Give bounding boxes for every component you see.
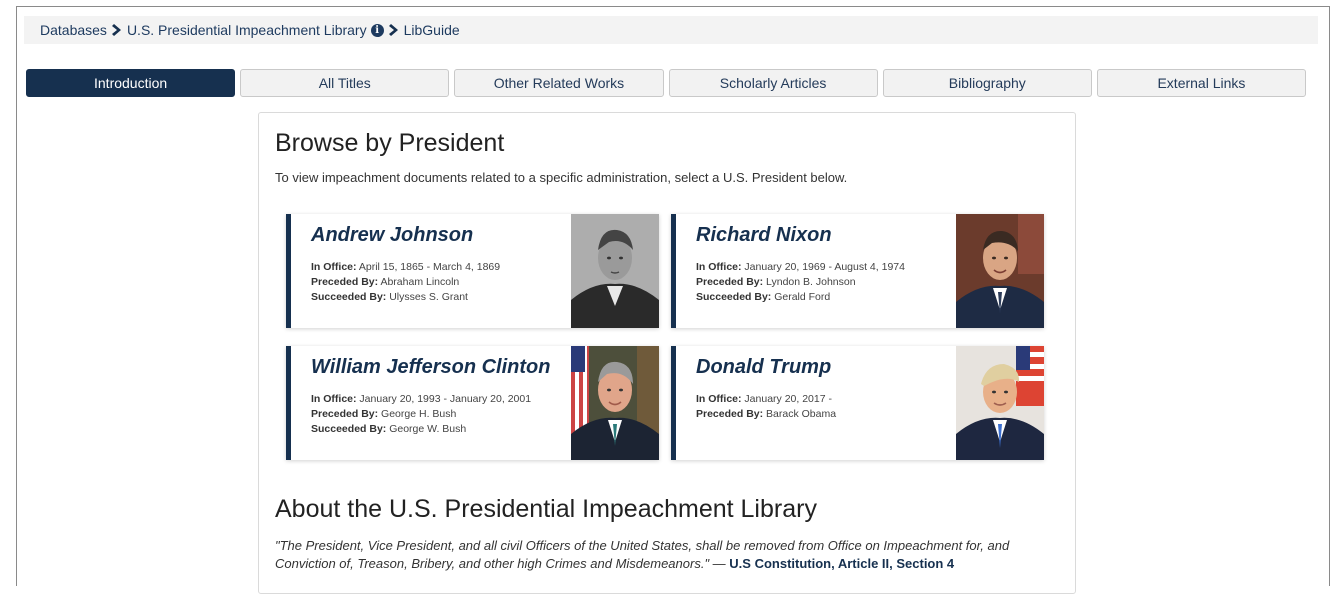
president-facts: In Office: January 20, 1993 - January 20…	[311, 393, 532, 435]
president-card-clinton[interactable]: William Jefferson Clinton In Office: Jan…	[286, 346, 659, 460]
tab-scholarly-articles[interactable]: Scholarly Articles	[668, 69, 878, 97]
tab-other-related-works[interactable]: Other Related Works	[454, 69, 664, 97]
president-name: Andrew Johnson	[311, 224, 474, 246]
quote-citation-link[interactable]: U.S Constitution, Article II, Section 4	[729, 556, 954, 571]
president-card-johnson[interactable]: Andrew Johnson In Office: April 15, 1865…	[286, 214, 659, 328]
tab-external-links[interactable]: External Links	[1096, 69, 1307, 97]
info-icon[interactable]: i	[370, 23, 384, 37]
tab-bibliography[interactable]: Bibliography	[882, 69, 1092, 97]
about-heading: About the U.S. Presidential Impeachment …	[275, 495, 817, 523]
president-portrait	[956, 346, 1044, 460]
president-name: Donald Trump	[696, 356, 832, 378]
president-portrait	[571, 214, 659, 328]
breadcrumb-databases[interactable]: Databases	[40, 22, 107, 38]
president-facts: In Office: January 20, 2017 - Preceded B…	[696, 393, 837, 420]
chevron-right-icon	[388, 24, 398, 36]
browse-subtitle: To view impeachment documents related to…	[275, 170, 848, 185]
browse-heading: Browse by President	[275, 129, 505, 157]
chevron-right-icon	[111, 24, 121, 36]
president-name: William Jefferson Clinton	[311, 356, 551, 378]
president-card-nixon[interactable]: Richard Nixon In Office: January 20, 196…	[671, 214, 1044, 328]
president-name: Richard Nixon	[696, 224, 832, 246]
content-panel: Browse by President To view impeachment …	[258, 112, 1076, 594]
tab-introduction[interactable]: Introduction	[26, 69, 236, 97]
president-portrait	[571, 346, 659, 460]
breadcrumb-impeachment-library[interactable]: U.S. Presidential Impeachment Library	[127, 22, 367, 38]
president-card-trump[interactable]: Donald Trump In Office: January 20, 2017…	[671, 346, 1044, 460]
tab-bar: Introduction All Titles Other Related Wo…	[26, 69, 1307, 97]
breadcrumb: Databases U.S. Presidential Impeachment …	[24, 16, 1318, 44]
about-quote: "The President, Vice President, and all …	[275, 537, 1065, 573]
president-facts: In Office: January 20, 1969 - August 4, …	[696, 261, 905, 303]
president-facts: In Office: April 15, 1865 - March 4, 186…	[311, 261, 501, 303]
breadcrumb-libguide[interactable]: LibGuide	[404, 22, 460, 38]
president-portrait	[956, 214, 1044, 328]
tab-all-titles[interactable]: All Titles	[240, 69, 450, 97]
